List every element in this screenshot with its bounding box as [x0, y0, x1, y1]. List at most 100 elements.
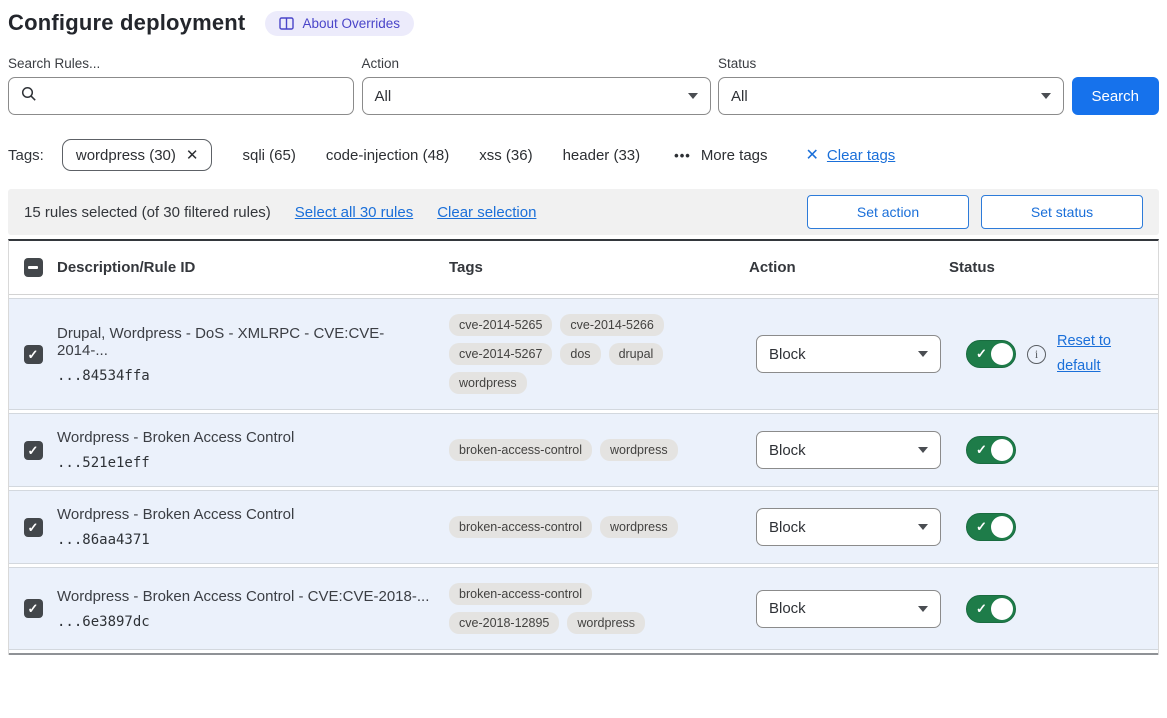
chevron-down-icon [1041, 93, 1051, 99]
clear-tags-link[interactable]: ✕ Clear tags [806, 145, 896, 165]
row-action-select[interactable]: Block [756, 508, 941, 546]
table-row: ✓ Drupal, Wordpress - DoS - XMLRPC - CVE… [9, 298, 1158, 410]
more-tags-icon: ••• [674, 148, 691, 163]
table-row: ✓ Wordpress - Broken Access Control ...8… [9, 490, 1158, 564]
tag-pill: wordpress [600, 439, 678, 461]
toggle-check-icon: ✓ [976, 442, 987, 458]
column-tags: Tags [449, 259, 749, 276]
tag-filter[interactable]: sqli (65) [242, 147, 295, 164]
tags-bar: Tags: wordpress (30) ✕ sqli (65) code-inj… [8, 137, 1159, 173]
tag-pill: drupal [609, 343, 664, 365]
reset-to-default-link[interactable]: Reset to default [1057, 329, 1119, 378]
search-rules-label: Search Rules... [8, 56, 354, 71]
toggle-knob [991, 439, 1013, 461]
row-tags: broken-access-control wordpress [449, 439, 699, 461]
row-checkbox[interactable]: ✓ [24, 345, 43, 364]
row-action-value: Block [769, 519, 806, 536]
rules-table: Description/Rule ID Tags Action Status ✓… [8, 239, 1159, 655]
check-icon: ✓ [28, 348, 39, 361]
tag-pill: wordpress [567, 612, 645, 634]
search-rules-input[interactable] [8, 77, 354, 115]
search-button[interactable]: Search [1072, 77, 1159, 115]
clear-selection-link[interactable]: Clear selection [437, 204, 536, 221]
action-filter-label: Action [362, 56, 712, 71]
info-icon[interactable]: i [1027, 345, 1046, 364]
row-rule-id: ...6e3897dc [57, 614, 433, 630]
check-icon: ✓ [28, 444, 39, 457]
search-icon [21, 86, 37, 106]
action-filter-select[interactable]: All [362, 77, 712, 115]
table-body: ✓ Drupal, Wordpress - DoS - XMLRPC - CVE… [9, 298, 1158, 650]
tag-pill: dos [560, 343, 600, 365]
chevron-down-icon [688, 93, 698, 99]
row-checkbox[interactable]: ✓ [24, 599, 43, 618]
status-filter-value: All [731, 88, 748, 105]
chevron-down-icon [918, 447, 928, 453]
row-action-select[interactable]: Block [756, 590, 941, 628]
tag-filter[interactable]: code-injection (48) [326, 147, 449, 164]
chevron-down-icon [918, 351, 928, 357]
chevron-down-icon [918, 524, 928, 530]
selection-bar: 15 rules selected (of 30 filtered rules)… [8, 189, 1159, 235]
selected-tag-label: wordpress (30) [76, 147, 176, 164]
status-filter-select[interactable]: All [718, 77, 1064, 115]
tag-pill: wordpress [600, 516, 678, 538]
tag-pill: broken-access-control [449, 516, 592, 538]
row-tags: broken-access-controlcve-2018-12895wordp… [449, 583, 699, 634]
check-icon: ✓ [28, 602, 39, 615]
row-description: Wordpress - Broken Access Control [57, 429, 433, 446]
action-filter-value: All [375, 88, 392, 105]
row-rule-id: ...521e1eff [57, 455, 433, 471]
column-action: Action [749, 259, 949, 276]
tag-filter-list: sqli (65) code-injection (48) xss (36) head… [212, 147, 640, 164]
status-toggle[interactable]: ✓ [966, 513, 1016, 541]
row-action-value: Block [769, 442, 806, 459]
toggle-check-icon: ✓ [976, 601, 987, 617]
row-action-value: Block [769, 600, 806, 617]
more-tags-label: More tags [701, 147, 768, 164]
status-toggle[interactable]: ✓ [966, 595, 1016, 623]
tag-pill: cve-2014-5266 [560, 314, 663, 336]
tag-pill: cve-2018-12895 [449, 612, 559, 634]
status-toggle[interactable]: ✓ [966, 340, 1016, 368]
page-header: Configure deployment About Overrides [8, 10, 1159, 36]
more-tags-button[interactable]: ••• More tags [674, 147, 767, 164]
close-icon[interactable]: ✕ [186, 146, 199, 164]
about-overrides-label: About Overrides [302, 16, 400, 31]
check-icon: ✓ [28, 521, 39, 534]
select-all-link[interactable]: Select all 30 rules [295, 204, 413, 221]
page-title: Configure deployment [8, 10, 245, 36]
row-description: Wordpress - Broken Access Control [57, 506, 433, 523]
selected-tag-wordpress[interactable]: wordpress (30) ✕ [62, 139, 213, 171]
clear-tags-label: Clear tags [827, 147, 895, 164]
chevron-down-icon [918, 606, 928, 612]
indeterminate-icon [28, 266, 38, 269]
table-bottom-divider [9, 653, 1158, 655]
status-toggle[interactable]: ✓ [966, 436, 1016, 464]
table-row: ✓ Wordpress - Broken Access Control ...5… [9, 413, 1158, 487]
row-checkbox[interactable]: ✓ [24, 441, 43, 460]
row-action-select[interactable]: Block [756, 335, 941, 373]
row-checkbox[interactable]: ✓ [24, 518, 43, 537]
about-overrides-badge[interactable]: About Overrides [265, 11, 414, 36]
select-all-checkbox[interactable] [24, 258, 43, 277]
clear-tags-icon: ✕ [806, 145, 819, 165]
table-header-row: Description/Rule ID Tags Action Status [9, 241, 1158, 295]
row-action-select[interactable]: Block [756, 431, 941, 469]
set-action-button[interactable]: Set action [807, 195, 969, 229]
tag-pill: wordpress [449, 372, 527, 394]
row-tags: broken-access-control wordpress [449, 516, 699, 538]
set-status-button[interactable]: Set status [981, 195, 1143, 229]
tags-label: Tags: [8, 147, 44, 164]
tag-pill: cve-2014-5265 [449, 314, 552, 336]
tag-filter[interactable]: xss (36) [479, 147, 532, 164]
row-rule-id: ...86aa4371 [57, 532, 433, 548]
tag-filter[interactable]: header (33) [563, 147, 641, 164]
tag-pill: broken-access-control [449, 439, 592, 461]
column-description: Description/Rule ID [57, 259, 449, 276]
selection-summary: 15 rules selected (of 30 filtered rules) [24, 204, 271, 221]
toggle-knob [991, 516, 1013, 538]
toggle-knob [991, 343, 1013, 365]
row-tags: cve-2014-5265cve-2014-5266cve-2014-5267d… [449, 314, 699, 394]
filters-row: Search Rules... Action All Status All Se… [8, 56, 1159, 115]
